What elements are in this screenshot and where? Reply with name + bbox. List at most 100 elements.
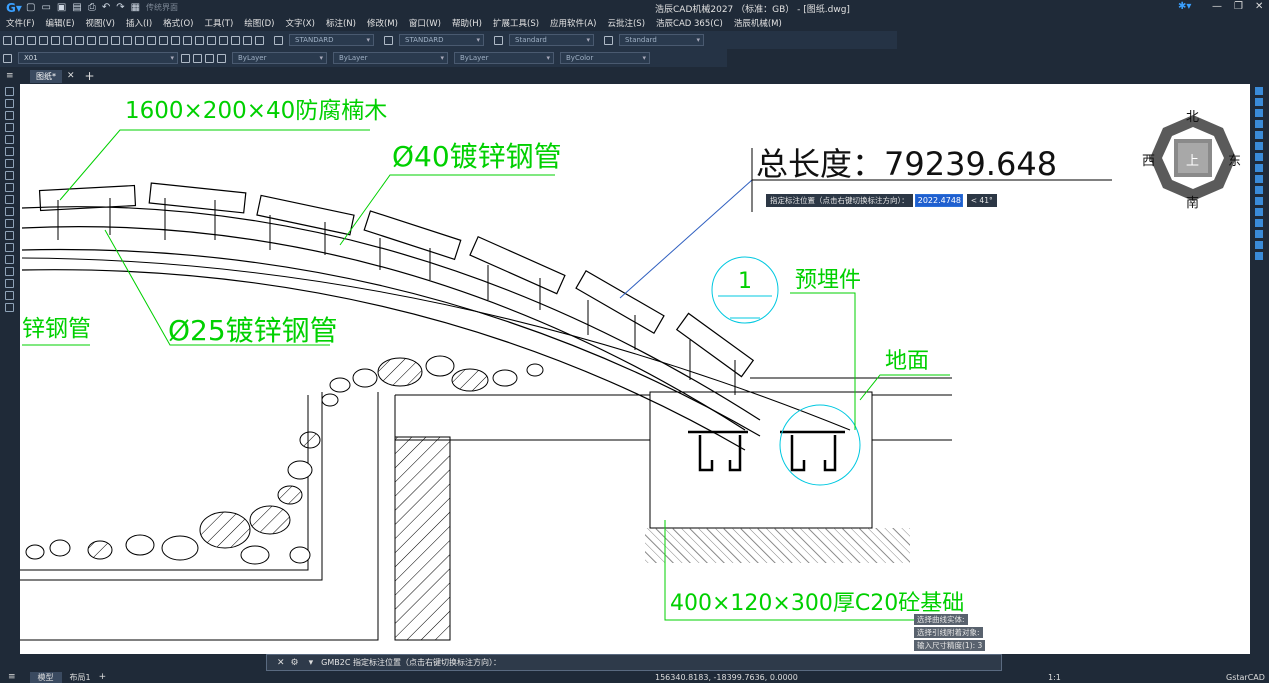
save-as-icon[interactable]: ▤ [72,2,81,13]
cmd-close-icon[interactable]: ✕ [277,658,285,668]
compass-west[interactable]: 西 [1142,150,1155,169]
mleader-style-dropdown[interactable]: Standard [619,34,704,46]
spline-icon[interactable] [5,183,14,192]
menu-item[interactable]: 文字(X) [285,17,314,29]
menu-item[interactable]: 修改(M) [367,17,398,29]
insert-block-icon[interactable] [5,219,14,228]
print-icon[interactable]: ⎙ [88,2,96,13]
new-file-icon[interactable]: ▢ [26,2,35,13]
redo-icon[interactable]: ↷ [116,2,124,13]
minimize-button[interactable]: — [1212,1,1222,12]
workspace-name[interactable]: 传统界面 [146,2,178,13]
status-menu-icon[interactable]: ≡ [8,672,16,682]
mirror-icon[interactable] [1255,109,1263,117]
arc-icon[interactable] [5,147,14,156]
menu-item[interactable]: 云批注(S) [607,17,645,29]
trim-icon[interactable] [1255,186,1263,194]
cmd-settings-icon[interactable]: ⚙ [291,658,299,668]
restore-button[interactable]: ❐ [1234,1,1243,12]
preview-icon[interactable] [63,35,72,45]
menu-item[interactable]: 帮助(H) [452,17,482,29]
dim-angle[interactable]: < 41° [966,194,997,207]
new-icon[interactable] [3,35,12,45]
saveas-icon[interactable] [39,35,48,45]
publish-icon[interactable] [75,35,84,45]
cut-icon[interactable] [87,35,96,45]
workspace-icon[interactable]: ▦ [131,2,140,13]
scale-icon[interactable] [1255,164,1263,172]
erase-icon[interactable] [1255,87,1263,95]
menu-item[interactable]: 标注(N) [326,17,356,29]
table-style-dropdown[interactable]: Standard [509,34,594,46]
offset-icon[interactable] [1255,120,1263,128]
menu-item[interactable]: 浩辰机械(M) [734,17,782,29]
revcloud-icon[interactable] [5,171,14,180]
break-icon[interactable] [1255,208,1263,216]
rectangle-icon[interactable] [5,135,14,144]
array-icon[interactable] [1255,131,1263,139]
menu-item[interactable]: 绘图(D) [244,17,274,29]
properties-icon[interactable] [207,35,216,45]
polyline-icon[interactable] [5,111,14,120]
command-text[interactable]: GMB2C 指定标注位置（点击右键切换标注方向）： [321,657,501,668]
hatch-icon[interactable] [5,255,14,264]
menu-item[interactable]: 文件(F) [6,17,35,29]
compass-east[interactable]: 东 [1228,150,1241,169]
linetype-dropdown[interactable]: ByLayer [333,52,448,64]
menu-item[interactable]: 浩辰CAD 365(C) [656,17,723,29]
copy-object-icon[interactable] [1255,98,1263,106]
circle-icon[interactable] [5,159,14,168]
add-layout-icon[interactable]: + [99,672,107,682]
chamfer-icon[interactable] [1255,230,1263,238]
stretch-icon[interactable] [1255,175,1263,183]
explode-icon[interactable] [1255,252,1263,260]
layer-manager-icon[interactable] [3,53,12,63]
dim-value-input[interactable]: 2022.4748 [914,194,963,207]
annotation-scale[interactable]: 1:1 [1048,673,1061,682]
compass-south[interactable]: 南 [1186,192,1199,211]
tab-close-icon[interactable]: ✕ [67,71,75,81]
polygon-icon[interactable] [5,123,14,132]
zoom-window-icon[interactable] [183,35,192,45]
copy-icon[interactable] [99,35,108,45]
cmd-dropdown-icon[interactable]: ▾ [309,658,314,668]
save-icon[interactable] [27,35,36,45]
close-button[interactable]: ✕ [1255,1,1263,12]
zoom-realtime-icon[interactable] [171,35,180,45]
layer-dropdown[interactable]: X01 [18,52,178,64]
save-icon[interactable]: ▣ [57,2,66,13]
menu-item[interactable]: 插入(I) [126,17,152,29]
join-icon[interactable] [1255,219,1263,227]
undo-icon[interactable]: ↶ [102,2,110,13]
undo-icon[interactable] [135,35,144,45]
ellipse-arc-icon[interactable] [5,207,14,216]
sheet-set-icon[interactable] [243,35,252,45]
menu-icon[interactable]: ≡ [6,71,14,81]
color-dropdown[interactable]: ByLayer [232,52,327,64]
gradient-icon[interactable] [5,267,14,276]
menu-item[interactable]: 工具(T) [204,17,233,29]
menu-item[interactable]: 格式(O) [163,17,193,29]
lineweight-dropdown[interactable]: ByLayer [454,52,554,64]
fillet-icon[interactable] [1255,241,1263,249]
menu-item[interactable]: 扩展工具(S) [493,17,539,29]
extend-icon[interactable] [1255,197,1263,205]
dim-style-dropdown[interactable]: STANDARD [399,34,484,46]
redo-icon[interactable] [147,35,156,45]
open-icon[interactable] [15,35,24,45]
paste-icon[interactable] [111,35,120,45]
help-icon[interactable] [255,35,264,45]
drawing-canvas[interactable]: 1600×200×40防腐楠木 Ø40镀锌钢管 Ø25镀锌钢管 锌钢管 预埋件 … [20,84,1250,654]
line-icon[interactable] [5,87,14,96]
menu-item[interactable]: 视图(V) [86,17,115,29]
new-tab-icon[interactable]: + [85,69,95,83]
tab-layout1[interactable]: 布局1 [62,672,99,683]
layer-match-icon[interactable] [217,53,226,63]
zoom-previous-icon[interactable] [195,35,204,45]
menu-item[interactable]: 窗口(W) [409,17,441,29]
settings-icon[interactable]: ✱▾ [1178,1,1191,12]
pan-icon[interactable] [159,35,168,45]
move-icon[interactable] [1255,142,1263,150]
design-center-icon[interactable] [219,35,228,45]
tab-drawing[interactable]: 图纸* [30,69,62,83]
